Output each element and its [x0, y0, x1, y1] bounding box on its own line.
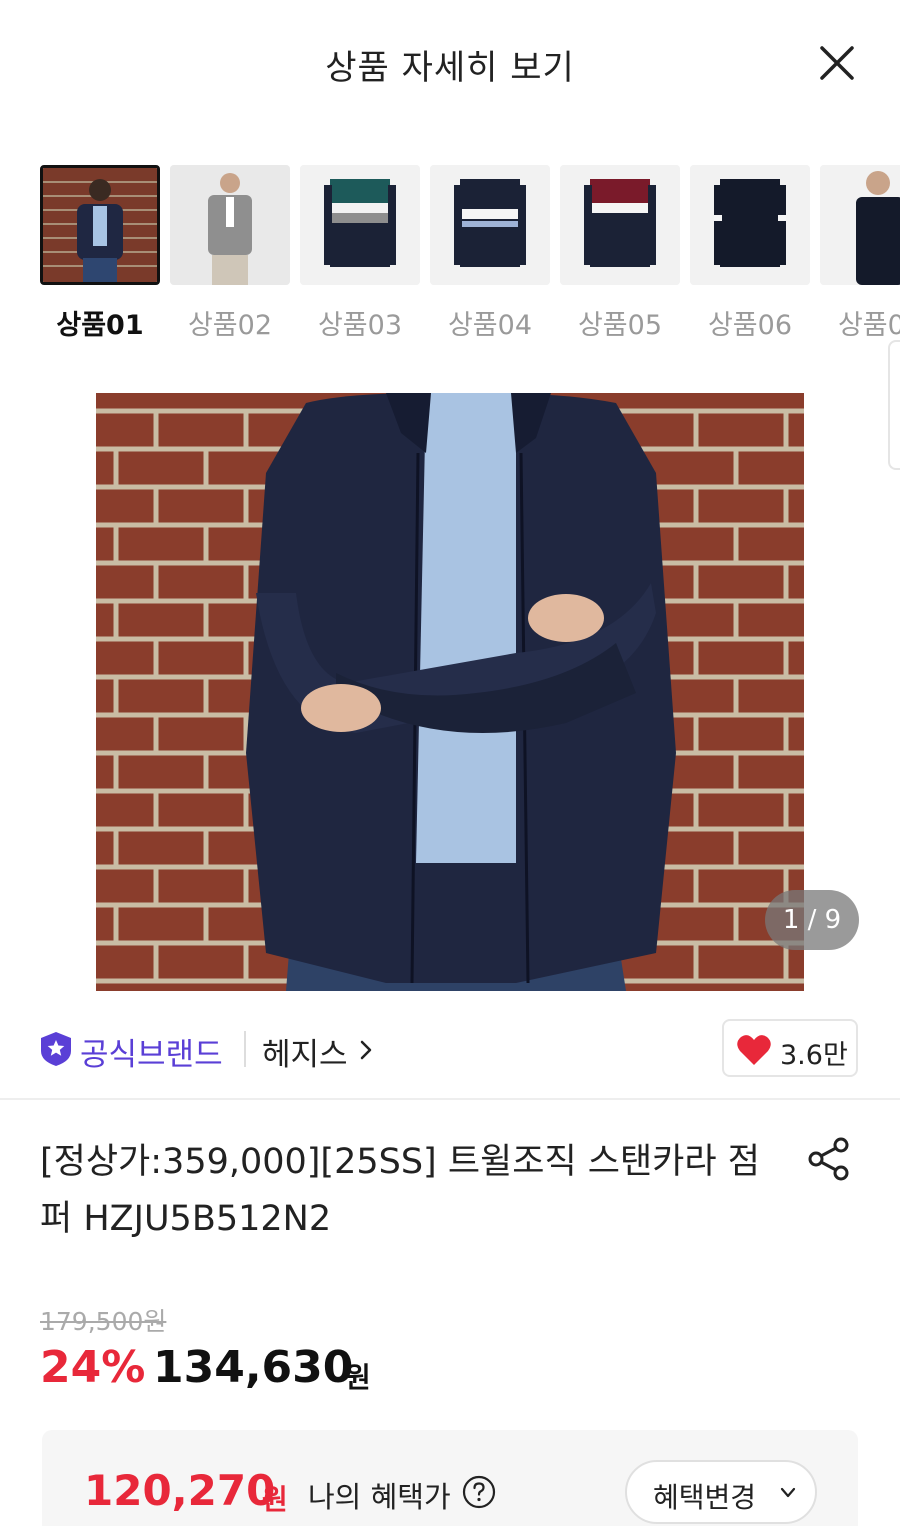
close-button[interactable] — [812, 40, 862, 90]
chevron-right-icon — [360, 1040, 372, 1060]
benefit-price: 120,270 — [84, 1466, 276, 1515]
thumbnail-image — [40, 165, 160, 285]
thumbnail-label: 상품06 — [707, 310, 793, 341]
page-title: 상품 자세히 보기 — [325, 48, 575, 88]
thumbnail-image — [690, 165, 810, 285]
thumbnail-2[interactable]: 상품02 — [170, 165, 290, 342]
thumbnail-image — [430, 165, 550, 285]
thumbnail-7[interactable]: 상품07 — [820, 165, 900, 342]
change-benefit-button[interactable]: 혜택변경 — [625, 1460, 817, 1524]
thumbnail-label: 상품01 — [56, 310, 144, 341]
benefit-price-unit: 원 — [262, 1483, 288, 1516]
brand-name-link[interactable]: 헤지스 — [262, 1029, 348, 1074]
scroll-indicator[interactable] — [888, 340, 900, 470]
thumbnail-label: 상품04 — [447, 310, 533, 341]
close-icon — [820, 46, 854, 80]
divider — [244, 1031, 246, 1067]
thumbnail-4[interactable]: 상품04 — [430, 165, 550, 342]
thumbnail-5[interactable]: 상품05 — [560, 165, 680, 342]
thumbnail-image — [170, 165, 290, 285]
header: 상품 자세히 보기 — [0, 0, 900, 130]
help-icon[interactable] — [462, 1475, 496, 1509]
thumbnail-3[interactable]: 상품03 — [300, 165, 420, 342]
share-button[interactable] — [806, 1136, 852, 1182]
share-icon — [808, 1137, 849, 1181]
discount-rate: 24% — [40, 1342, 146, 1393]
official-brand-label: 공식브랜드 — [80, 1037, 223, 1073]
thumbnail-image — [560, 165, 680, 285]
thumbnail-6[interactable]: 상품06 — [690, 165, 810, 342]
main-product-image[interactable] — [96, 393, 804, 991]
like-count: 3.6만 — [780, 1040, 848, 1071]
product-title: [정상가:359,000][25SS] 트윌조직 스탠카라 점퍼 HZJU5B5… — [40, 1142, 760, 1239]
official-badge-icon — [41, 1032, 71, 1066]
benefit-box: 120,270 원 나의 혜택가 혜택변경 — [42, 1430, 858, 1526]
thumbnail-label: 상품05 — [577, 310, 663, 341]
benefit-label: 나의 혜택가 — [308, 1480, 451, 1514]
sale-price-unit: 원 — [345, 1361, 371, 1394]
brand-row: 공식브랜드 헤지스 3.6만 — [0, 1005, 900, 1100]
heart-icon — [737, 1035, 771, 1065]
thumbnail-image — [300, 165, 420, 285]
like-button[interactable]: 3.6만 — [722, 1019, 858, 1077]
thumbnail-strip: 상품01 상품02 상품03 상품04 상품05 상품06 상품0 — [40, 165, 900, 345]
thumbnail-1[interactable]: 상품01 — [40, 165, 160, 342]
thumbnail-label: 상품02 — [187, 310, 273, 341]
thumbnail-image — [820, 165, 900, 285]
image-counter: 1 / 9 — [765, 890, 859, 950]
chevron-down-icon — [780, 1487, 796, 1498]
original-price: 179,500원 — [40, 1307, 167, 1336]
sale-price: 134,630 — [153, 1342, 354, 1393]
change-benefit-label: 혜택변경 — [653, 1481, 757, 1514]
thumbnail-label: 상품03 — [317, 310, 403, 341]
thumbnail-label: 상품07 — [837, 310, 900, 341]
